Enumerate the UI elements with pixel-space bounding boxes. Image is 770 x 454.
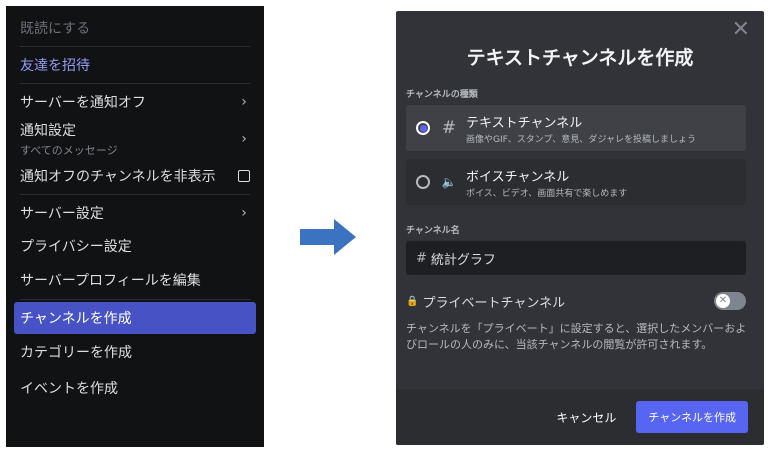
private-channel-label: プライベートチャンネル xyxy=(422,295,566,311)
channel-name-field[interactable]: # xyxy=(406,241,746,275)
menu-item-label: 既読にする xyxy=(20,21,91,37)
private-toggle[interactable]: ✕ xyxy=(714,292,746,310)
menu-item-label: 通知設定 xyxy=(20,123,76,139)
menu-item-label: プライバシー設定 xyxy=(20,239,132,255)
channel-type-label: チャンネルの種類 xyxy=(406,90,478,100)
menu-item-edit-profile[interactable]: サーバープロフィールを編集 xyxy=(14,263,256,297)
server-context-menu: 既読にする 友達を招待 サーバーを通知オフ › 通知設定 すべてのメッセージ ›… xyxy=(6,6,264,447)
menu-item-create-channel[interactable]: チャンネルを作成 xyxy=(14,302,256,334)
menu-item-sublabel: すべてのメッセージ xyxy=(20,144,118,157)
toggle-off-icon: ✕ xyxy=(716,294,730,308)
channel-type-voice-option[interactable]: 🔈 ボイスチャンネル ボイス、ビデオ、画面共有で楽しめます xyxy=(406,159,746,205)
menu-item-label: 友達を招待 xyxy=(20,58,90,74)
option-description: 画像やGIF、スタンプ、意見、ダジャレを投稿しましょう xyxy=(466,134,696,145)
menu-item-label: サーバープロフィールを編集 xyxy=(20,273,201,289)
lock-icon: 🔒 xyxy=(406,295,419,307)
chevron-right-icon: › xyxy=(241,131,247,147)
checkbox[interactable] xyxy=(238,170,250,182)
hash-icon: # xyxy=(441,118,457,138)
menu-item-label: カテゴリーを作成 xyxy=(20,345,132,361)
menu-item-create-category[interactable]: カテゴリーを作成 xyxy=(14,334,256,370)
close-icon[interactable]: ✕ xyxy=(732,19,750,41)
menu-divider xyxy=(20,194,250,195)
create-channel-dialog: ✕ テキストチャンネルを作成 チャンネルの種類 # テキストチャンネル 画像やG… xyxy=(396,11,764,445)
radio-selected-icon[interactable] xyxy=(416,121,430,135)
menu-item-notification-settings[interactable]: 通知設定 すべてのメッセージ › xyxy=(14,118,256,160)
menu-item-create-event[interactable]: イベントを作成 xyxy=(14,370,256,406)
speaker-icon: 🔈 xyxy=(441,175,457,189)
menu-item-label: サーバー設定 xyxy=(20,206,104,222)
menu-divider xyxy=(20,46,250,47)
menu-item-mark-read[interactable]: 既読にする xyxy=(14,12,256,44)
private-channel-row: 🔒 プライベートチャンネル ✕ xyxy=(406,291,746,311)
menu-item-invite[interactable]: 友達を招待 xyxy=(14,49,256,81)
arrow-right-icon xyxy=(300,219,356,255)
channel-type-text-option[interactable]: # テキストチャンネル 画像やGIF、スタンプ、意見、ダジャレを投稿しましょう xyxy=(406,105,746,151)
menu-item-label: サーバーを通知オフ xyxy=(20,95,146,111)
create-channel-button[interactable]: チャンネルを作成 xyxy=(636,401,748,433)
menu-item-hide-muted[interactable]: 通知オフのチャンネルを非表示 xyxy=(14,160,256,192)
chevron-right-icon: › xyxy=(241,94,247,110)
chevron-right-icon: › xyxy=(241,205,247,221)
option-description: ボイス、ビデオ、画面共有で楽しめます xyxy=(466,188,628,199)
radio-unselected-icon[interactable] xyxy=(416,175,430,189)
menu-divider xyxy=(20,83,250,84)
menu-item-label: チャンネルを作成 xyxy=(20,311,132,327)
channel-name-input[interactable] xyxy=(430,250,731,266)
menu-item-server-settings[interactable]: サーバー設定 › xyxy=(14,197,256,229)
menu-item-label: 通知オフのチャンネルを非表示 xyxy=(20,169,216,185)
hash-icon: # xyxy=(416,250,427,266)
private-channel-description: チャンネルを「プライベート」に設定すると、選択したメンバーおよびロールの人のみに… xyxy=(406,322,747,351)
dialog-footer: キャンセル チャンネルを作成 xyxy=(396,389,764,445)
option-name: テキストチャンネル xyxy=(466,115,583,131)
option-name: ボイスチャンネル xyxy=(466,169,570,185)
menu-divider xyxy=(20,299,250,300)
menu-item-privacy-settings[interactable]: プライバシー設定 xyxy=(14,229,256,263)
channel-name-label: チャンネル名 xyxy=(406,226,460,236)
menu-item-label: イベントを作成 xyxy=(20,381,118,397)
dialog-title: テキストチャンネルを作成 xyxy=(466,47,694,69)
menu-item-mute-server[interactable]: サーバーを通知オフ › xyxy=(14,86,256,118)
cancel-button[interactable]: キャンセル xyxy=(556,409,616,426)
